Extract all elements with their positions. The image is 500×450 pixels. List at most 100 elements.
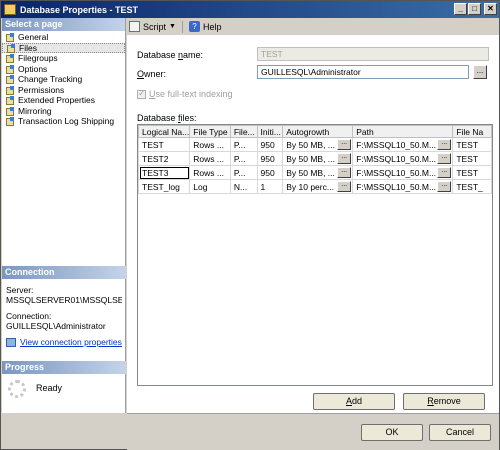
filegroup-cell[interactable]: N... — [229, 179, 258, 194]
logical-name-cell[interactable]: TEST — [138, 137, 191, 152]
page-icon — [6, 64, 15, 74]
database-icon — [4, 4, 16, 15]
file-type-cell[interactable]: Rows ... — [189, 137, 231, 152]
column-header[interactable]: Logical Na... — [138, 125, 191, 138]
filegroup-cell[interactable]: P... — [229, 137, 258, 152]
column-header[interactable]: Initi... — [256, 125, 284, 138]
toolbar-divider — [181, 20, 183, 33]
table-row[interactable]: TEST3 Rows ... P... 950 By 50 MB, ......… — [138, 165, 492, 180]
view-connection-properties-label: View connection properties — [20, 337, 122, 347]
file-name-cell[interactable]: TEST — [452, 137, 492, 152]
path-cell[interactable]: F:\MSSQL10_50.M...... — [352, 165, 454, 180]
logical-name-cell[interactable]: TEST2 — [138, 151, 191, 166]
path-browse-button[interactable]: ... — [437, 181, 452, 192]
file-name-cell[interactable]: TEST — [452, 165, 492, 180]
page-icon — [6, 106, 15, 116]
progress-header: Progress — [2, 361, 126, 374]
page-item-options[interactable]: Options — [2, 64, 125, 75]
fulltext-indexing-checkbox[interactable]: Use full-text indexing — [137, 88, 233, 99]
logical-name-cell[interactable]: TEST_log — [138, 179, 191, 194]
owner-field[interactable]: GUILLESQL\Administrator — [257, 65, 469, 79]
page-item-label: Transaction Log Shipping — [18, 116, 115, 127]
ok-button[interactable]: OK — [361, 424, 423, 441]
database-files-label: Database files: — [137, 113, 197, 123]
autogrowth-browse-button[interactable]: ... — [337, 181, 352, 192]
file-type-cell[interactable]: Log — [189, 179, 231, 194]
database-properties-window: Database Properties - TEST _ □ ✕ Select … — [0, 0, 500, 450]
remove-button[interactable]: Remove — [403, 393, 485, 410]
file-name-cell[interactable]: TEST_ — [452, 179, 492, 194]
column-header[interactable]: Autogrowth — [282, 125, 354, 138]
column-header[interactable]: File Type — [189, 125, 231, 138]
minimize-button[interactable]: _ — [454, 3, 467, 15]
table-row[interactable]: TEST2 Rows ... P... 950 By 50 MB, ......… — [138, 151, 492, 166]
initial-size-cell[interactable]: 950 — [256, 137, 284, 152]
server-label: Server: — [6, 285, 34, 295]
table-row[interactable]: TEST_log Log N... 1 By 10 perc...... F:\… — [138, 179, 492, 194]
page-item-transaction-log-shipping[interactable]: Transaction Log Shipping — [2, 116, 125, 127]
script-button[interactable]: Script ▼ — [129, 21, 176, 32]
page-icon — [6, 75, 15, 85]
help-label: Help — [202, 21, 222, 32]
checkbox-icon[interactable] — [137, 88, 146, 99]
script-label: Script — [143, 21, 167, 32]
initial-size-cell[interactable]: 950 — [256, 165, 284, 180]
path-browse-button[interactable]: ... — [437, 139, 452, 150]
page-item-filegroups[interactable]: Filegroups — [2, 53, 125, 64]
dialog-footer: OK Cancel — [127, 413, 499, 450]
column-header[interactable]: Path — [352, 125, 454, 138]
page-item-mirroring[interactable]: Mirroring — [2, 106, 125, 117]
initial-size-cell[interactable]: 950 — [256, 151, 284, 166]
title-bar[interactable]: Database Properties - TEST _ □ ✕ — [1, 1, 499, 18]
autogrowth-cell[interactable]: By 50 MB, ...... — [282, 151, 354, 166]
page-item-label: Permissions — [18, 84, 65, 95]
autogrowth-browse-button[interactable]: ... — [337, 153, 352, 164]
chevron-down-icon[interactable]: ▼ — [169, 23, 176, 30]
logical-name-cell[interactable]: TEST3 — [138, 165, 191, 180]
maximize-button[interactable]: □ — [468, 3, 481, 15]
path-browse-button[interactable]: ... — [437, 167, 452, 178]
page-item-label: General — [18, 32, 49, 43]
server-value: MSSQLSERVER01\MSSQLSER\ — [6, 295, 122, 305]
connection-section: Connection Server: MSSQLSERVER01\MSSQLSE… — [2, 266, 126, 353]
page-item-change-tracking[interactable]: Change Tracking — [2, 74, 125, 85]
initial-size-cell[interactable]: 1 — [256, 179, 284, 194]
progress-spinner-icon — [8, 380, 26, 398]
path-cell[interactable]: F:\MSSQL10_50.M...... — [352, 137, 454, 152]
column-header[interactable]: File Na — [452, 125, 492, 138]
file-type-cell[interactable]: Rows ... — [189, 165, 231, 180]
close-button[interactable]: ✕ — [484, 3, 497, 15]
filegroup-cell[interactable]: P... — [229, 165, 258, 180]
filegroup-cell[interactable]: P... — [229, 151, 258, 166]
column-header[interactable]: File... — [229, 125, 258, 138]
page-item-general[interactable]: General — [2, 32, 125, 43]
page-item-label: Files — [19, 42, 37, 53]
autogrowth-cell[interactable]: By 10 perc...... — [282, 179, 354, 194]
autogrowth-browse-button[interactable]: ... — [337, 167, 352, 178]
file-name-cell[interactable]: TEST — [452, 151, 492, 166]
script-icon — [129, 21, 140, 32]
connection-value: GUILLESQL\Administrator — [6, 321, 106, 331]
file-type-cell[interactable]: Rows ... — [189, 151, 231, 166]
autogrowth-cell[interactable]: By 50 MB, ...... — [282, 165, 354, 180]
owner-browse-button[interactable]: ... — [473, 65, 487, 79]
cancel-button[interactable]: Cancel — [429, 424, 491, 441]
progress-status: Ready — [36, 383, 63, 393]
page-item-files[interactable]: Files — [2, 42, 125, 53]
files-page: Database name: TEST Owner: GUILLESQL\Adm… — [127, 35, 499, 413]
view-connection-properties-link[interactable]: View connection properties — [6, 337, 122, 347]
table-row[interactable]: TEST Rows ... P... 950 By 50 MB, ...... … — [138, 137, 492, 152]
help-button[interactable]: ? Help — [188, 21, 222, 32]
connection-properties-icon — [6, 337, 16, 347]
autogrowth-browse-button[interactable]: ... — [337, 139, 352, 150]
database-name-field[interactable]: TEST — [257, 47, 489, 61]
path-browse-button[interactable]: ... — [437, 153, 452, 164]
path-cell[interactable]: F:\MSSQL10_50.M...... — [352, 151, 454, 166]
add-button[interactable]: Add — [313, 393, 395, 410]
toolbar: Script ▼ ? Help — [127, 18, 499, 35]
autogrowth-cell[interactable]: By 50 MB, ...... — [282, 137, 354, 152]
path-cell[interactable]: F:\MSSQL10_50.M...... — [352, 179, 454, 194]
page-item-permissions[interactable]: Permissions — [2, 85, 125, 96]
page-item-extended-properties[interactable]: Extended Properties — [2, 95, 125, 106]
database-files-grid[interactable]: Logical Na... File Type File... Initi...… — [137, 124, 493, 386]
